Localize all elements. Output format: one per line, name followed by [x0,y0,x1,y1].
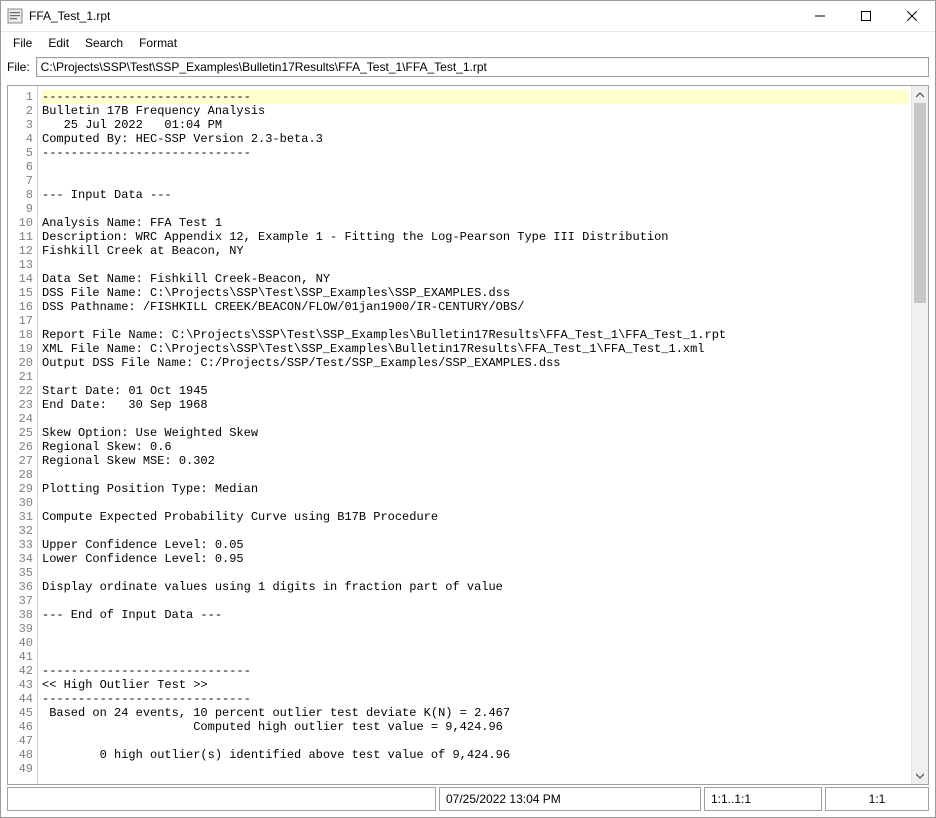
file-path-row: File: [1,54,935,81]
menu-search[interactable]: Search [77,34,131,52]
menu-file[interactable]: File [5,34,40,52]
status-message [7,787,436,811]
status-datetime: 07/25/2022 13:04 PM [439,787,701,811]
line-number-gutter: 1234567891011121314151617181920212223242… [8,86,38,784]
menu-format[interactable]: Format [131,34,185,52]
editor: 1234567891011121314151617181920212223242… [7,85,929,785]
text-content[interactable]: -----------------------------Bulletin 17… [38,86,911,784]
minimize-button[interactable] [797,1,843,31]
app-icon [7,8,23,24]
statusbar: 07/25/2022 13:04 PM 1:1..1:1 1:1 [7,787,929,811]
scroll-thumb[interactable] [914,103,926,303]
menubar: File Edit Search Format [1,32,935,54]
file-path-label: File: [7,60,30,74]
titlebar: FFA_Test_1.rpt [1,1,935,32]
menu-edit[interactable]: Edit [40,34,77,52]
file-path-input[interactable] [36,57,929,77]
scroll-down-arrow[interactable] [912,767,928,784]
scroll-up-arrow[interactable] [912,86,928,103]
status-position: 1:1 [825,787,929,811]
window-title: FFA_Test_1.rpt [29,9,110,23]
close-button[interactable] [889,1,935,31]
status-selection: 1:1..1:1 [704,787,822,811]
vertical-scrollbar[interactable] [911,86,928,784]
maximize-button[interactable] [843,1,889,31]
window-root: FFA_Test_1.rpt File Edit Search Format F… [0,0,936,818]
